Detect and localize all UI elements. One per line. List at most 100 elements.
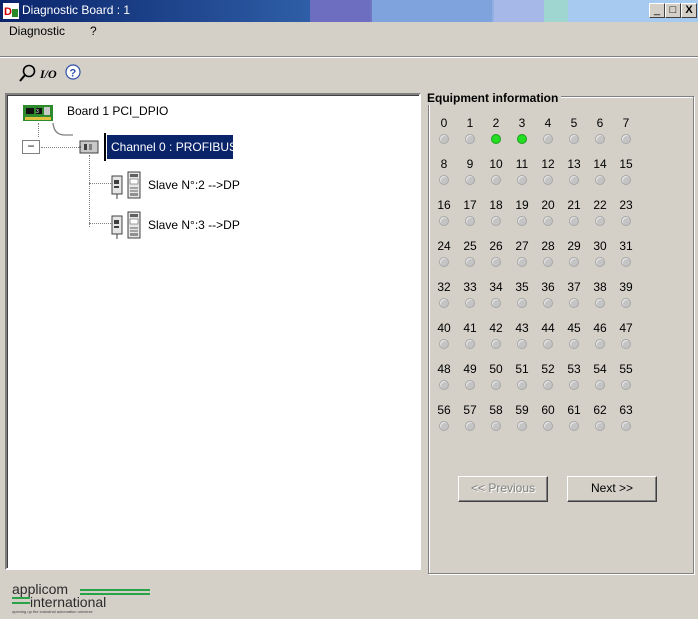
slave-label[interactable]: Slave N°:2 -->DP [148, 178, 240, 192]
slot-number: 61 [567, 403, 581, 417]
slot-status-led [595, 380, 605, 390]
io-icon[interactable]: I/O [39, 62, 61, 84]
menu-bar: Diagnostic ? [0, 22, 698, 40]
slot-status-led [517, 216, 527, 226]
slot-status-led [621, 257, 631, 267]
slot-status-led [517, 339, 527, 349]
slot-number: 5 [570, 116, 578, 130]
slot-status-led [595, 339, 605, 349]
slot-number: 62 [593, 403, 607, 417]
slot-status-led [491, 339, 501, 349]
slave-label[interactable]: Slave N°:3 -->DP [148, 218, 240, 232]
slot-number: 36 [541, 280, 555, 294]
help-icon[interactable]: ? [63, 62, 83, 84]
slot-number: 50 [489, 362, 503, 376]
collapse-toggle[interactable]: − [22, 140, 40, 154]
slot-status-led [569, 134, 579, 144]
slot-status-led [569, 216, 579, 226]
slot-number: 14 [593, 157, 607, 171]
slot-number: 51 [515, 362, 529, 376]
next-button[interactable]: Next >> [567, 476, 657, 502]
title-bar[interactable]: D Diagnostic Board : 1 _ □ X [0, 0, 698, 22]
search-icon[interactable] [18, 62, 38, 84]
slot-status-led [543, 339, 553, 349]
slot-number: 45 [567, 321, 581, 335]
window-title: Diagnostic Board : 1 [22, 3, 131, 17]
slot-number: 9 [466, 157, 474, 171]
menu-help[interactable]: ? [90, 24, 97, 38]
slot-number: 31 [619, 239, 633, 253]
board-icon: 3 [23, 103, 53, 123]
channel-label[interactable]: Channel 0 : PROFIBUS [107, 135, 237, 159]
slot-status-led [517, 257, 527, 267]
slot-status-led [595, 421, 605, 431]
slot-status-led [569, 257, 579, 267]
io-label: I/O [39, 67, 57, 81]
slot-status-led [439, 298, 449, 308]
slot-number: 39 [619, 280, 633, 294]
svg-text:?: ? [70, 68, 77, 80]
slot-number: 11 [515, 157, 529, 171]
slot-number: 49 [463, 362, 477, 376]
channel-divider [104, 133, 106, 161]
slot-number: 60 [541, 403, 555, 417]
logo-stripe [12, 602, 30, 604]
device-tree[interactable]: 3 Board 1 PCI_DPIO − Channel 0 : PROFIBU… [5, 93, 421, 570]
slot-number: 12 [541, 157, 555, 171]
toolbar: I/O ? [0, 57, 698, 87]
slot-status-led [621, 216, 631, 226]
slot-number: 8 [440, 157, 448, 171]
maximize-button[interactable]: □ [665, 3, 681, 18]
previous-button[interactable]: << Previous [458, 476, 548, 502]
slot-status-led [621, 298, 631, 308]
slot-status-led [595, 175, 605, 185]
slot-number: 24 [437, 239, 451, 253]
slot-number: 58 [489, 403, 503, 417]
slot-number: 23 [619, 198, 633, 212]
cable-icon [51, 122, 73, 137]
slot-number: 19 [515, 198, 529, 212]
slot-number: 21 [567, 198, 581, 212]
slot-number: 35 [515, 280, 529, 294]
slot-status-led [543, 380, 553, 390]
slot-status-led [543, 216, 553, 226]
menu-diagnostic[interactable]: Diagnostic [9, 24, 65, 38]
slot-status-led [595, 298, 605, 308]
slot-number: 4 [544, 116, 552, 130]
slot-number: 25 [463, 239, 477, 253]
tree-connector [89, 183, 111, 184]
slot-status-led [543, 175, 553, 185]
slot-status-led [621, 421, 631, 431]
slot-status-led [439, 134, 449, 144]
slot-number: 28 [541, 239, 555, 253]
board-label[interactable]: Board 1 PCI_DPIO [67, 104, 168, 118]
slot-number: 33 [463, 280, 477, 294]
slot-number: 55 [619, 362, 633, 376]
slot-status-led [621, 380, 631, 390]
slot-number: 48 [437, 362, 451, 376]
slot-number: 46 [593, 321, 607, 335]
slot-number: 13 [567, 157, 581, 171]
slot-number: 59 [515, 403, 529, 417]
slot-status-led [595, 257, 605, 267]
close-button[interactable]: X [681, 3, 697, 18]
logo-stripe [12, 597, 30, 599]
slot-status-led [465, 134, 475, 144]
slave-device-icon [111, 211, 145, 239]
slot-number: 6 [596, 116, 604, 130]
slot-number: 43 [515, 321, 529, 335]
slot-status-led [491, 421, 501, 431]
slot-number: 37 [567, 280, 581, 294]
slot-number: 40 [437, 321, 451, 335]
applicom-logo: applicom international opening up the in… [12, 581, 152, 615]
slot-status-led [517, 298, 527, 308]
slot-status-led [465, 339, 475, 349]
slot-number: 20 [541, 198, 555, 212]
slot-number: 3 [518, 116, 526, 130]
slot-number: 17 [463, 198, 477, 212]
slot-status-led [465, 216, 475, 226]
minimize-button[interactable]: _ [649, 3, 665, 18]
logo-tagline: opening up the industrial automation uni… [12, 609, 93, 614]
slot-status-led [465, 380, 475, 390]
tree-connector [38, 123, 39, 137]
